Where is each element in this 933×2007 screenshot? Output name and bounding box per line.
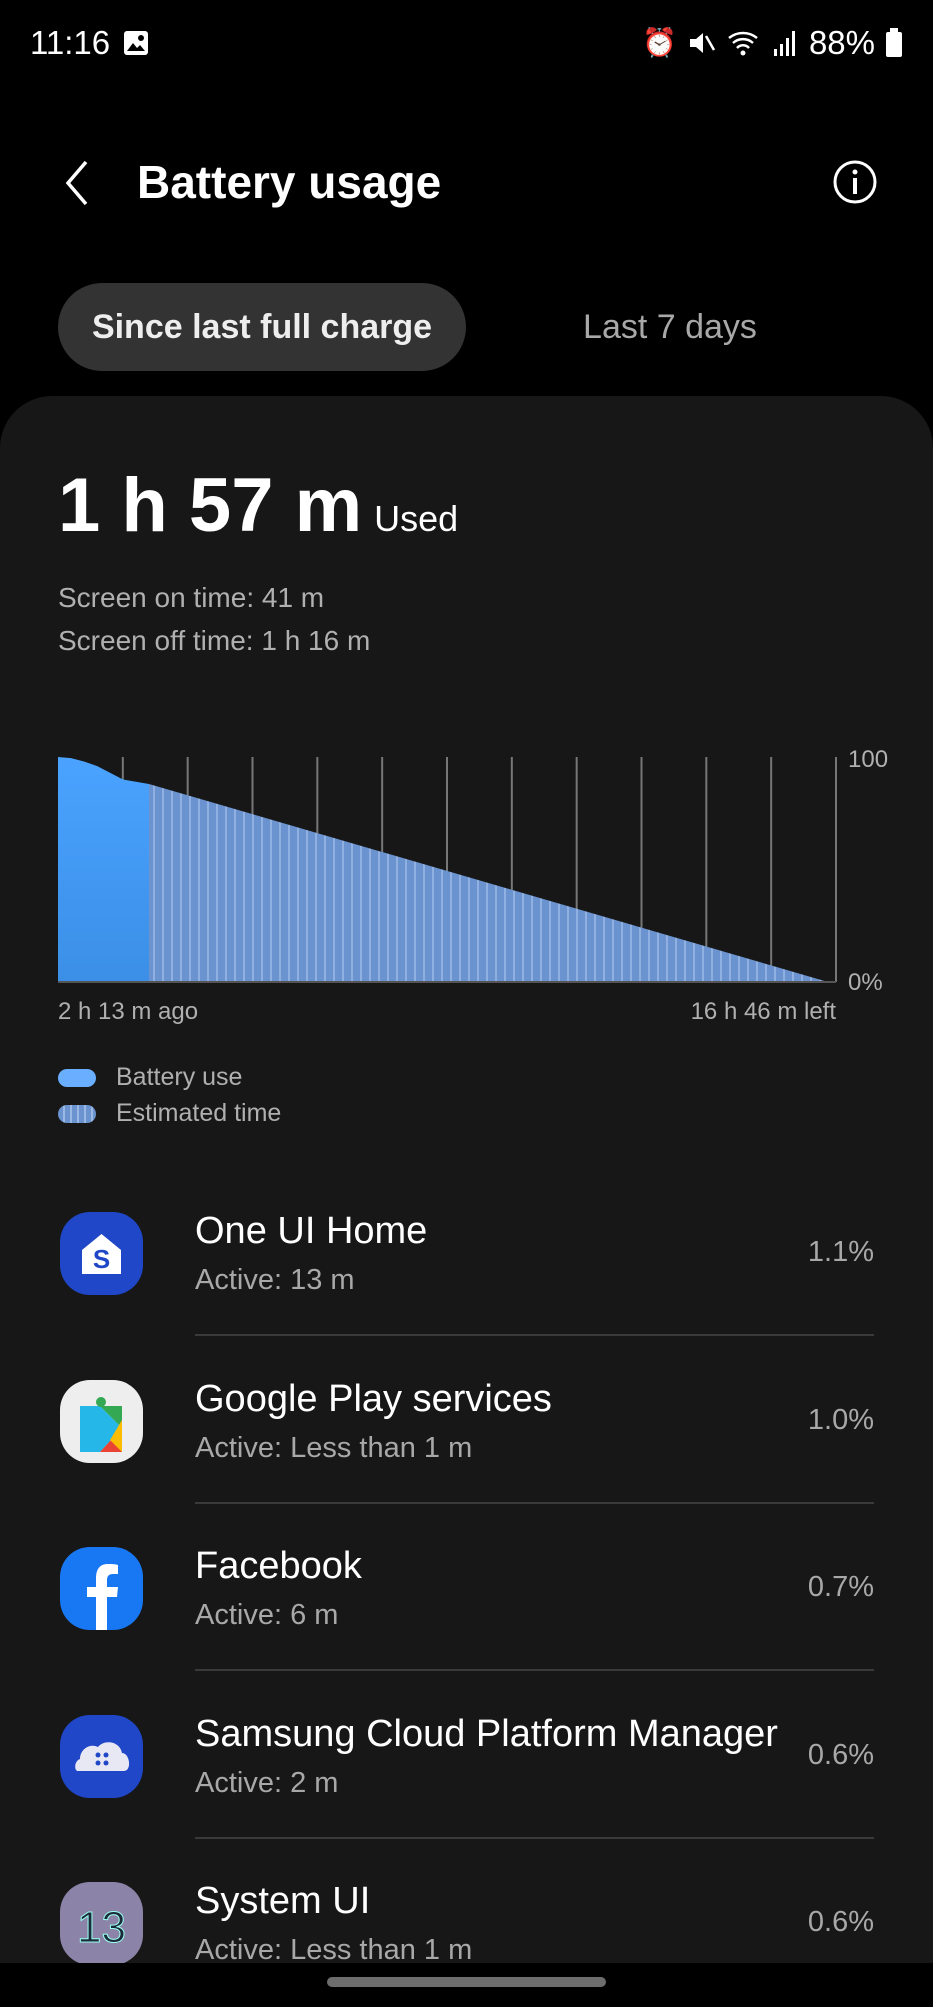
tab-since-last-full-charge[interactable]: Since last full charge [58,283,466,371]
y-tick-0: 0% [848,969,883,996]
list-divider [195,1501,874,1504]
x-start-label: 2 h 13 m ago [58,998,199,1025]
app-list-item[interactable]: Google Play services Active: Less than 1… [0,1338,933,1505]
used-time: 1 h 57 m [58,463,363,548]
mute-icon [689,32,716,53]
app-active-time: Active: Less than 1 m [195,1431,473,1464]
app-battery-percent: 0.6% [807,1906,874,1938]
app-name: Samsung Cloud Platform Manager [195,1712,778,1755]
list-divider [195,1669,874,1671]
info-icon[interactable] [832,159,878,205]
app-name: One UI Home [195,1210,428,1252]
google-play-services-icon [60,1379,143,1463]
legend-battery-use: Battery use [58,1063,242,1092]
y-tick-100: 100 [848,746,888,773]
app-battery-percent: 0.7% [807,1571,874,1603]
app-battery-percent: 1.0% [807,1403,874,1436]
gallery-icon [124,30,149,55]
system-ui-icon: 13 [60,1882,143,1965]
estimated-time-area [149,784,828,982]
used-label: Used [374,498,459,539]
app-name: System UI [195,1880,371,1922]
app-battery-percent: 1.1% [807,1236,874,1268]
legend-swatch [58,1068,96,1087]
app-active-time: Active: 6 m [195,1599,339,1631]
back-button[interactable] [58,158,98,208]
legend-estimated-time: Estimated time [58,1099,281,1128]
app-list-item[interactable]: Facebook Active: 6 m 0.7% [0,1505,933,1672]
battery-icon [886,27,902,57]
x-end-label: 16 h 46 m left [690,998,836,1025]
legend-swatch [58,1104,96,1123]
app-name: Google Play services [195,1377,552,1420]
screen-off-time: Screen off time: 1 h 16 m [58,625,371,656]
battery-percent: 88% [808,23,875,61]
app-name: Facebook [195,1545,362,1587]
app-list-item[interactable]: Samsung Cloud Platform Manager Active: 2… [0,1673,933,1840]
page-title: Battery usage [137,156,442,208]
tab-last-7-days[interactable]: Last 7 days [520,283,820,371]
alarm-icon: ⏰ [642,27,677,58]
app-active-time: Active: 13 m [195,1264,355,1296]
app-battery-percent: 0.6% [807,1738,874,1771]
svg-text:S: S [93,1244,110,1274]
legend-label: Battery use [116,1063,243,1091]
one-ui-home-icon: S [60,1212,143,1295]
screen-on-time: Screen on time: 41 m [58,582,325,613]
wifi-icon [728,31,758,55]
signal-icon [773,30,795,56]
svg-text:13: 13 [77,1903,126,1952]
app-active-time: Active: 2 m [195,1766,339,1799]
facebook-icon [60,1547,143,1630]
legend-label: Estimated time [116,1099,282,1127]
home-gesture-handle[interactable] [327,1977,606,1987]
samsung-cloud-icon [60,1714,143,1798]
used-summary: 1 h 57 m Used [58,462,458,549]
battery-chart: 100 0% [58,746,888,996]
app-list-item[interactable]: S One UI Home Active: 13 m 1.1% [0,1170,933,1337]
list-divider [195,1836,874,1839]
status-time: 11:16 [30,23,111,61]
battery-use-area [58,757,149,982]
list-divider [195,1334,874,1336]
status-bar: 11:16 ⏰ 88% [30,20,903,65]
